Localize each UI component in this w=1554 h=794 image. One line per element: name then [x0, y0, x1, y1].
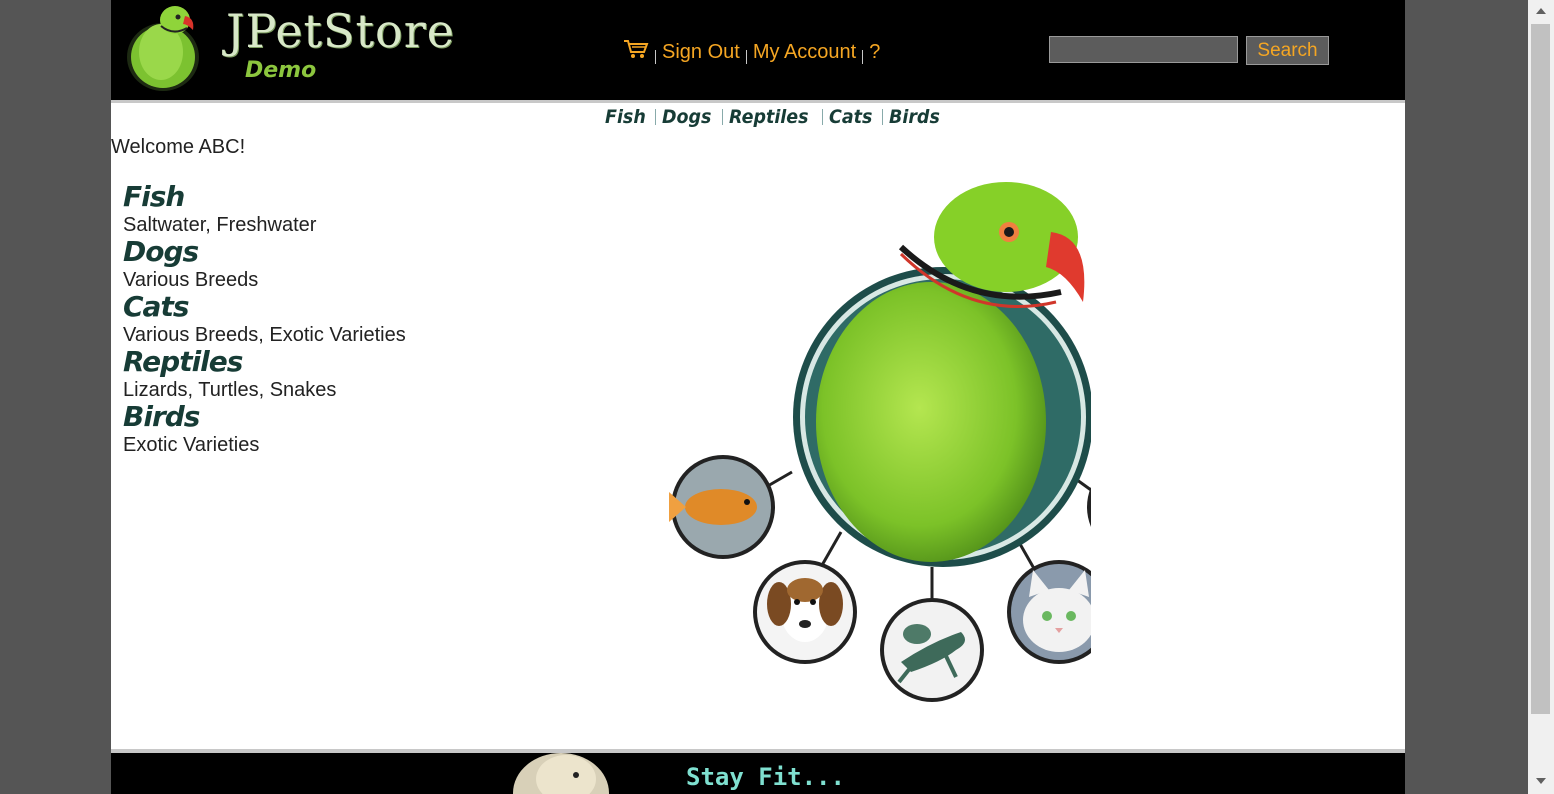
help-link[interactable]: ?	[869, 41, 880, 64]
quick-link-dogs[interactable]: Dogs	[662, 106, 711, 128]
header: JPetStore Demo Sign Out My Account ? Sea…	[111, 0, 1405, 100]
main-category-image-map	[669, 182, 1091, 702]
logo-link[interactable]: JPetStore Demo	[123, 2, 455, 92]
vertical-scrollbar[interactable]	[1528, 0, 1554, 794]
quick-link-reptiles[interactable]: Reptiles	[729, 106, 809, 128]
page: JPetStore Demo Sign Out My Account ? Sea…	[111, 0, 1405, 794]
cat-image-area[interactable]	[1007, 560, 1091, 664]
quick-link-cats[interactable]: Cats	[829, 106, 872, 128]
quick-link-fish[interactable]: Fish	[605, 106, 646, 128]
scroll-down-arrow-icon[interactable]	[1536, 778, 1546, 784]
footer-banner: Stay Fit...	[111, 753, 1405, 794]
menu-separator	[655, 50, 656, 64]
search-input[interactable]	[1049, 36, 1238, 63]
sidebar-category-subtitle: Lizards, Turtles, Snakes	[123, 379, 337, 401]
parrot-image-area[interactable]	[793, 182, 1091, 567]
quick-link-birds[interactable]: Birds	[889, 106, 940, 128]
quick-link-separator	[722, 109, 724, 125]
sidebar-category-title[interactable]: Fish	[123, 182, 185, 212]
sidebar-category-reptiles: Reptiles Lizards, Turtles, Snakes	[123, 345, 523, 402]
quick-link-separator	[821, 109, 823, 125]
sidebar-category-fish: Fish Saltwater, Freshwater	[123, 180, 523, 237]
sidebar-category-title[interactable]: Reptiles	[123, 347, 243, 377]
sidebar-category-subtitle: Various Breeds, Exotic Varieties	[123, 324, 406, 346]
header-menu: Sign Out My Account ?	[623, 37, 880, 67]
sidebar-category-birds: Birds Exotic Varieties	[123, 400, 523, 457]
dog-image-area[interactable]	[753, 560, 857, 664]
reptile-image-area[interactable]	[880, 598, 984, 702]
fish-image-area[interactable]	[669, 455, 775, 559]
sidebar-category-cats: Cats Various Breeds, Exotic Varieties	[123, 290, 523, 347]
menu-separator	[745, 50, 747, 64]
quick-link-separator	[655, 109, 657, 125]
dog-banner-icon	[513, 753, 609, 794]
sidebar-category-subtitle: Exotic Varieties	[123, 434, 260, 456]
scroll-up-arrow-icon[interactable]	[1536, 8, 1546, 14]
sidebar-category-title[interactable]: Birds	[123, 402, 200, 432]
sidebar-category-dogs: Dogs Various Breeds	[123, 235, 523, 292]
sidebar-category-subtitle: Various Breeds	[123, 269, 259, 291]
search-button[interactable]: Search	[1246, 36, 1329, 65]
sign-out-link[interactable]: Sign Out	[662, 41, 740, 64]
sidebar-category-title[interactable]: Dogs	[123, 237, 199, 267]
menu-separator	[862, 50, 864, 64]
sidebar-category-title[interactable]: Cats	[123, 292, 189, 322]
logo-title: JPetStore	[226, 4, 455, 58]
sidebar-category-subtitle: Saltwater, Freshwater	[123, 214, 317, 236]
shopping-cart-icon	[624, 40, 649, 58]
welcome-message: Welcome ABC!	[111, 136, 246, 158]
logo-subtitle: Demo	[245, 58, 317, 83]
scrollbar-thumb[interactable]	[1531, 24, 1550, 714]
bird-image-area[interactable]	[1087, 455, 1091, 559]
quick-links: Fish Dogs Reptiles Cats Birds	[605, 103, 944, 131]
my-account-link[interactable]: My Account	[753, 41, 856, 64]
parrot-logo-icon	[127, 6, 199, 91]
cart-link[interactable]	[623, 37, 649, 67]
sidebar: Fish Saltwater, Freshwater Dogs Various …	[123, 180, 523, 457]
quick-link-separator	[881, 109, 883, 125]
footer-banner-text: Stay Fit...	[686, 763, 845, 791]
